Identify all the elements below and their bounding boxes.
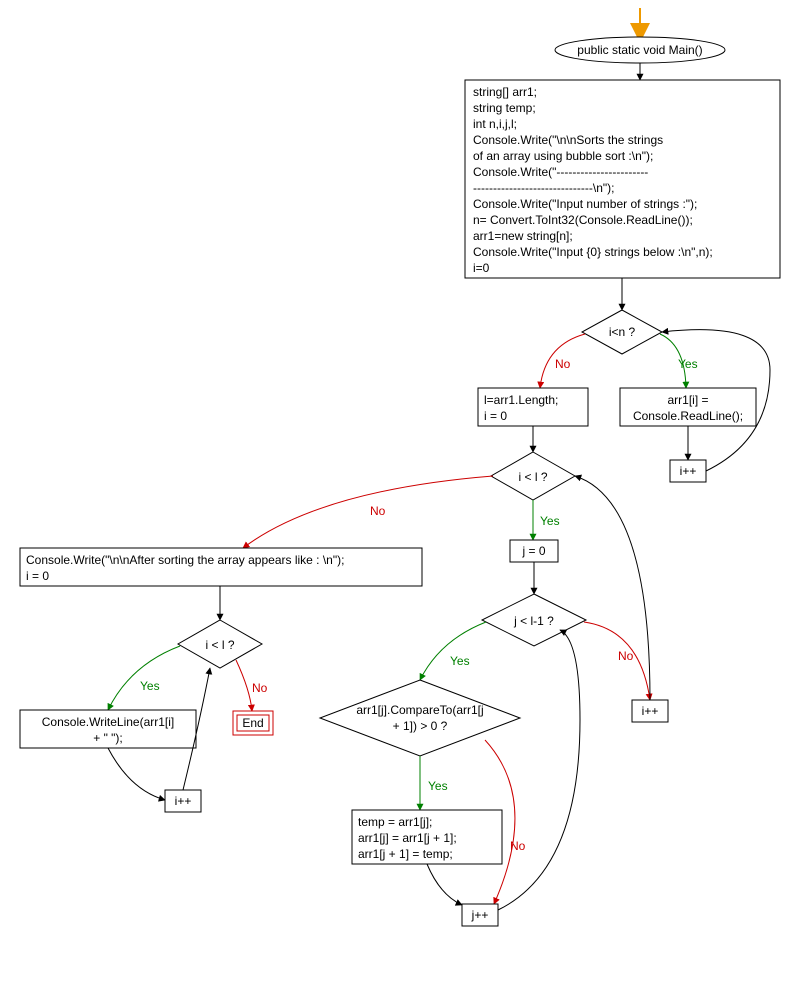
- init-line-11: i=0: [473, 261, 490, 275]
- cond-compare-line-1: + 1]) > 0 ?: [393, 719, 448, 733]
- init-line-2: int n,i,j,l;: [473, 117, 517, 131]
- swap-line-1: arr1[j] = arr1[j + 1];: [358, 831, 457, 845]
- edge-no-5: No: [252, 681, 268, 695]
- readline-line-0: arr1[i] =: [667, 393, 708, 407]
- edge-no-1: No: [555, 357, 571, 371]
- edge-no-2: No: [370, 504, 386, 518]
- init-line-8: n= Convert.ToInt32(Console.ReadLine());: [473, 213, 693, 227]
- swap-line-0: temp = arr1[j];: [358, 815, 432, 829]
- inc-j-label: j++: [471, 908, 489, 922]
- init-line-9: arr1=new string[n];: [473, 229, 573, 243]
- init-line-5: Console.Write("-----------------------: [473, 165, 648, 179]
- inc-i-3-label: i++: [175, 794, 192, 808]
- readline-line-1: Console.ReadLine();: [633, 409, 743, 423]
- edge-yes-1: Yes: [678, 357, 698, 371]
- cond-compare: [320, 680, 520, 756]
- cond-j-lt-lm1-label: j < l-1 ?: [513, 614, 554, 628]
- init-line-1: string temp;: [473, 101, 536, 115]
- edge-yes-4: Yes: [428, 779, 448, 793]
- edge-yes-5: Yes: [140, 679, 160, 693]
- init-line-10: Console.Write("Input {0} strings below :…: [473, 245, 713, 259]
- set-l-line-1: i = 0: [484, 409, 507, 423]
- after-sort-line-0: Console.Write("\n\nAfter sorting the arr…: [26, 553, 344, 567]
- inc-i-2-label: i++: [642, 704, 659, 718]
- cond-i-lt-n-label: i<n ?: [609, 325, 636, 339]
- edge-no-3: No: [618, 649, 634, 663]
- init-line-7: Console.Write("Input number of strings :…: [473, 197, 697, 211]
- write-item-line-0: Console.WriteLine(arr1[i]: [42, 715, 175, 729]
- cond-i-lt-l-2-label: i < l ?: [205, 638, 234, 652]
- init-line-6: ------------------------------\n");: [473, 181, 614, 195]
- set-j0-label: j = 0: [521, 544, 545, 558]
- init-line-4: of an array using bubble sort :\n");: [473, 149, 653, 163]
- set-l-line-0: l=arr1.Length;: [484, 393, 558, 407]
- init-line-3: Console.Write("\n\nSorts the strings: [473, 133, 663, 147]
- swap-line-2: arr1[j + 1] = temp;: [358, 847, 453, 861]
- inc-i-1-label: i++: [680, 464, 697, 478]
- end-label: End: [242, 716, 263, 730]
- edge-no-4: No: [510, 839, 526, 853]
- write-item-line-1: + " ");: [93, 731, 123, 745]
- cond-i-lt-l-label: i < l ?: [518, 470, 547, 484]
- start-label: public static void Main(): [577, 43, 702, 57]
- after-sort-line-1: i = 0: [26, 569, 49, 583]
- cond-compare-line-0: arr1[j].CompareTo(arr1[j: [356, 703, 483, 717]
- init-line-0: string[] arr1;: [473, 85, 537, 99]
- flowchart: public static void Main() string[] arr1;…: [0, 0, 794, 993]
- edge-yes-2: Yes: [540, 514, 560, 528]
- edge-yes-3: Yes: [450, 654, 470, 668]
